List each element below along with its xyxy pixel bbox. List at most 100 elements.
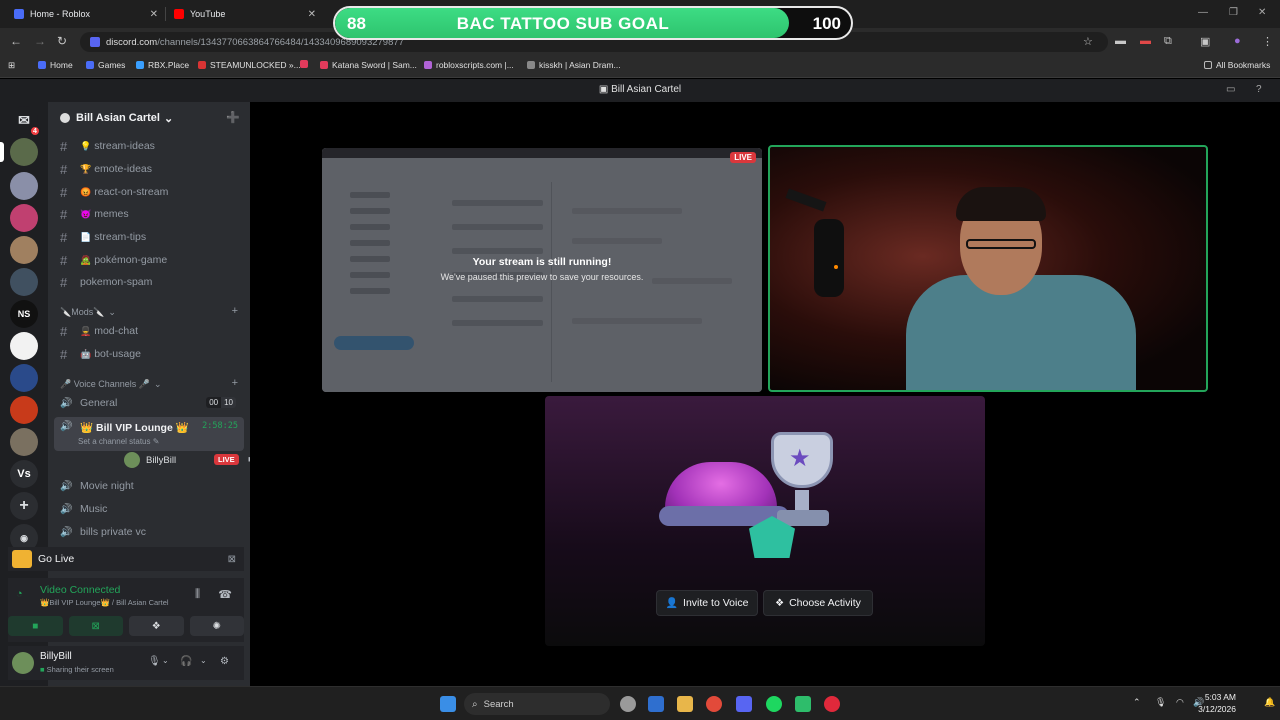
bookmark-star-icon[interactable]: ☆	[1083, 35, 1093, 48]
extension-icon[interactable]: ▬	[1115, 35, 1126, 47]
screen-share-button[interactable]: ⊠	[68, 616, 123, 636]
bookmark-kisskh[interactable]: kisskh | Asian Dram...	[527, 60, 621, 70]
voice-channel-general[interactable]: 🔊 General 00 10	[54, 393, 244, 413]
activity-button[interactable]: ❖	[129, 616, 184, 636]
camera-button[interactable]: ■	[8, 616, 63, 636]
noise-suppression-icon[interactable]: ⫼	[195, 588, 200, 601]
forward-icon[interactable]: →	[34, 34, 46, 48]
channel-stream-ideas[interactable]: # 💡 stream-ideas	[54, 136, 244, 156]
add-channel-icon[interactable]: +	[232, 305, 238, 317]
go-live-panel[interactable]: Go Live ⊠	[8, 547, 244, 571]
channel-pokemon-spam[interactable]: # pokemon-spam	[54, 272, 244, 292]
profile-icon[interactable]: ●	[1234, 35, 1241, 47]
soundboard-button[interactable]: ✺	[189, 616, 244, 636]
discord-icon[interactable]	[736, 696, 752, 712]
restore-icon[interactable]: ❐	[1229, 7, 1238, 18]
stream-preview-tile[interactable]: Your stream is still running! We've paus…	[322, 148, 762, 392]
all-bookmarks[interactable]: All Bookmarks	[1204, 60, 1270, 70]
voice-channel-movie-night[interactable]: 🔊 Movie night	[54, 476, 244, 496]
server-vs[interactable]: Vs	[10, 460, 38, 488]
channel-stream-tips[interactable]: # 📄 stream-tips	[54, 227, 244, 247]
channel-react-on-stream[interactable]: # 😡 react-on-stream	[54, 182, 244, 202]
channel-mod-chat[interactable]: # 💂 mod-chat	[54, 321, 244, 341]
back-icon[interactable]: ←	[10, 34, 22, 48]
taskbar-search[interactable]: ⌕ Search	[464, 693, 610, 715]
windows-start-icon[interactable]	[440, 696, 456, 712]
minimize-icon[interactable]: —	[1198, 7, 1208, 18]
mouse-icon[interactable]	[620, 696, 636, 712]
extensions-puzzle-icon[interactable]: ⧉	[1164, 35, 1172, 48]
photos-icon[interactable]	[648, 696, 664, 712]
invite-to-voice-button[interactable]: 👤 Invite to Voice	[656, 590, 758, 616]
chevron-up-icon[interactable]: ⌃	[1133, 697, 1141, 708]
settings-gear-icon[interactable]: ⚙	[220, 656, 229, 667]
bookmark-robloxscripts[interactable]: robloxscripts.com |...	[424, 60, 514, 70]
channel-pokemon-game[interactable]: # 🧟 pokémon-game	[54, 250, 244, 270]
bookmark-pin[interactable]	[300, 60, 312, 68]
file-explorer-icon[interactable]	[677, 696, 693, 712]
bookmark-games[interactable]: Games	[86, 60, 125, 70]
server-icon[interactable]	[10, 332, 38, 360]
avatar[interactable]	[12, 652, 34, 674]
close-icon[interactable]: ✕	[308, 9, 316, 20]
channel-bot-usage[interactable]: # 🤖 bot-usage	[54, 344, 244, 364]
voice-location[interactable]: 👑Bill VIP Lounge👑 / Bill Asian Cartel	[40, 598, 169, 607]
voice-member-billybill[interactable]: BillyBill	[124, 452, 176, 468]
server-icon[interactable]	[10, 268, 38, 296]
close-icon[interactable]: ✕	[150, 9, 158, 20]
category-mods[interactable]: 🔪Mods🔪 ⌄	[60, 307, 116, 318]
add-server-icon[interactable]: +	[10, 492, 38, 520]
notification-bell-icon[interactable]: 🔔	[1264, 697, 1275, 708]
voice-channel-music[interactable]: 🔊 Music	[54, 499, 244, 519]
voice-status[interactable]: Video Connected	[40, 584, 120, 596]
chevron-down-icon[interactable]: ⌄	[162, 656, 169, 665]
apps-icon[interactable]: ⊞	[8, 60, 15, 71]
tab-youtube[interactable]: YouTube ✕	[166, 3, 322, 25]
app-icon[interactable]	[795, 696, 811, 712]
wifi-icon[interactable]: ◠	[1176, 697, 1184, 708]
category-voice[interactable]: 🎤 Voice Channels 🎤 ⌄	[60, 379, 162, 390]
bookmark-home[interactable]: Home	[38, 60, 73, 70]
webcam-tile[interactable]	[768, 145, 1208, 392]
spotify-icon[interactable]	[766, 696, 782, 712]
microphone-icon[interactable]: 🎙	[1155, 697, 1166, 708]
add-channel-icon[interactable]: +	[232, 377, 238, 389]
voice-channel-bills-private[interactable]: 🔊 bills private vc	[54, 522, 244, 542]
headphones-icon[interactable]: 🎧	[180, 656, 192, 667]
channel-emote-ideas[interactable]: # 🏆 emote-ideas	[54, 159, 244, 179]
server-bill-asian-cartel[interactable]	[10, 138, 38, 166]
disconnect-icon[interactable]: ☎	[218, 588, 232, 601]
opera-icon[interactable]	[824, 696, 840, 712]
bookmark-katana[interactable]: Katana Sword | Sam...	[320, 60, 417, 70]
inbox-icon[interactable]: ▭	[1226, 84, 1235, 95]
discord-home-icon[interactable]: ✉ 4	[10, 106, 41, 137]
reload-icon[interactable]: ↻	[57, 34, 67, 48]
clock[interactable]: 5:03 AM 3/12/2026	[1198, 691, 1236, 715]
bookmark-steamunlocked[interactable]: STEAMUNLOCKED »...	[198, 60, 301, 70]
close-icon[interactable]: ⊠	[228, 554, 236, 565]
user-name[interactable]: BillyBill	[40, 651, 72, 662]
chrome-icon[interactable]	[706, 696, 722, 712]
voice-channel-bill-vip-lounge[interactable]: 🔊 👑 Bill VIP Lounge 👑 Set a channel statu…	[54, 417, 244, 451]
server-icon[interactable]	[10, 364, 38, 392]
server-icon[interactable]	[10, 172, 38, 200]
server-icon[interactable]	[10, 428, 38, 456]
channel-status[interactable]: Set a channel status ✎	[78, 437, 159, 446]
site-info-icon[interactable]	[90, 37, 100, 47]
help-icon[interactable]: ?	[1256, 84, 1262, 95]
server-icon[interactable]	[10, 236, 38, 264]
bookmark-rbxplace[interactable]: RBX.Place	[136, 60, 189, 70]
add-member-icon[interactable]: ➕	[226, 111, 240, 124]
guild-header[interactable]: Bill Asian Cartel ⌄ ➕	[48, 102, 250, 134]
chevron-down-icon[interactable]: ⌄	[200, 656, 207, 665]
choose-activity-button[interactable]: ❖ Choose Activity	[763, 590, 873, 616]
menu-icon[interactable]: ⋮	[1262, 35, 1273, 48]
server-icon[interactable]	[10, 204, 38, 232]
signal-icon[interactable]: ◔	[16, 588, 23, 600]
server-ns[interactable]: NS	[10, 300, 38, 328]
microphone-icon[interactable]: 🎙	[148, 656, 161, 667]
recording-icon[interactable]: ▬	[1140, 35, 1151, 47]
server-icon[interactable]	[10, 396, 38, 424]
close-window-icon[interactable]: ✕	[1258, 7, 1266, 18]
tab-roblox[interactable]: Home - Roblox ✕	[6, 3, 164, 25]
